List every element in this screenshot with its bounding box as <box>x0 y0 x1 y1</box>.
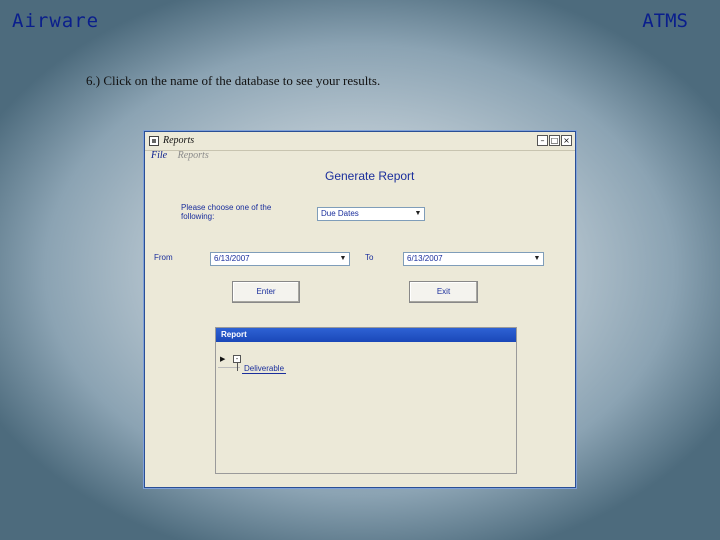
collapse-icon[interactable]: - <box>233 355 241 363</box>
exit-button[interactable]: Exit <box>409 281 478 303</box>
row-indicator-icon: ▶ <box>220 355 226 363</box>
menu-bar: File Reports <box>151 150 217 164</box>
minimize-button[interactable]: – <box>537 135 548 146</box>
slide-title-left: Airware <box>12 10 100 32</box>
reports-window: Reports – □ × File Reports Generate Repo… <box>144 131 576 488</box>
to-date-value: 6/13/2007 <box>407 254 443 263</box>
menu-reports[interactable]: Reports <box>178 150 209 161</box>
window-titlebar[interactable]: Reports – □ × <box>145 132 575 151</box>
from-date-select[interactable]: 6/13/2007 ▼ <box>210 252 350 266</box>
dropdown-arrow-icon[interactable]: ▼ <box>413 209 423 219</box>
database-item-deliverable[interactable]: Deliverable <box>242 364 287 374</box>
enter-button[interactable]: Enter <box>232 281 300 303</box>
maximize-button[interactable]: □ <box>549 135 560 146</box>
window-title: Reports <box>163 135 195 146</box>
instruction-text: 6.) Click on the name of the database to… <box>86 73 381 88</box>
slide-title-right: ATMS <box>642 10 688 32</box>
dropdown-arrow-icon[interactable]: ▼ <box>532 254 542 264</box>
dropdown-arrow-icon[interactable]: ▼ <box>338 254 348 264</box>
report-panel: Report ▶ - Deliverable <box>215 327 517 474</box>
form-heading: Generate Report <box>325 169 415 183</box>
from-date-value: 6/13/2007 <box>214 254 250 263</box>
app-icon <box>149 136 159 146</box>
category-prompt: Please choose one of the following: <box>181 203 272 221</box>
close-button[interactable]: × <box>561 135 572 146</box>
menu-file[interactable]: File <box>151 150 167 161</box>
to-label: To <box>365 253 374 262</box>
category-select-value: Due Dates <box>321 209 359 218</box>
report-tree-row[interactable]: ▶ - Deliverable <box>218 351 508 381</box>
category-select[interactable]: Due Dates ▼ <box>317 207 425 221</box>
from-label: From <box>154 253 173 262</box>
tree-connector <box>237 363 238 371</box>
report-header: Report <box>216 328 516 342</box>
to-date-select[interactable]: 6/13/2007 ▼ <box>403 252 544 266</box>
